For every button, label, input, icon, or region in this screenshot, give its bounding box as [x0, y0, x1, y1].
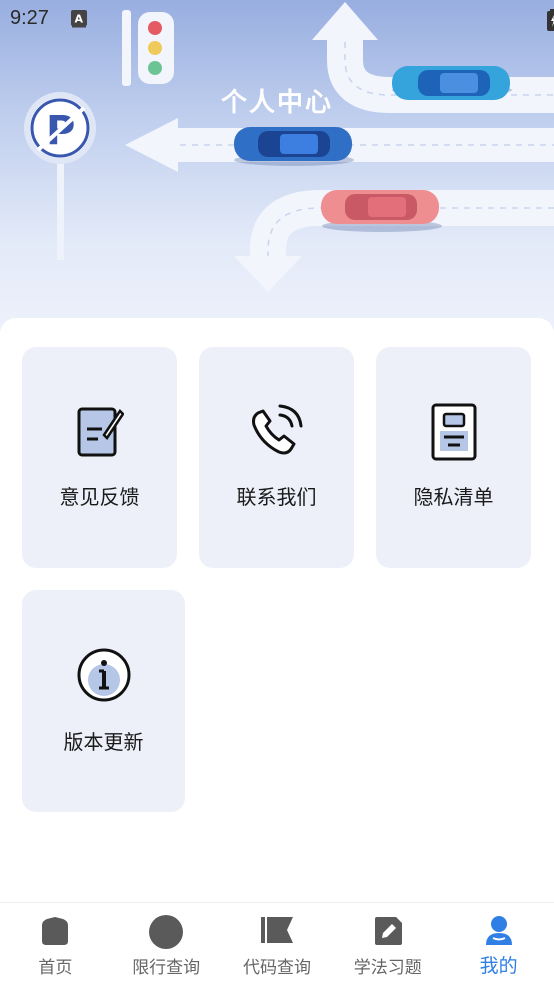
phone-call-icon — [251, 404, 302, 455]
header-banner: P 9:27 A — [0, 0, 554, 340]
tab-label: 限行查询 — [132, 958, 201, 978]
tab-label: 学法习题 — [353, 958, 422, 978]
feedback-edit-icon — [77, 407, 124, 457]
menu-item-privacy[interactable]: 隐私清单 — [376, 347, 531, 568]
home-icon — [42, 917, 69, 945]
menu-item-contact[interactable]: 联系我们 — [199, 347, 354, 568]
flag-icon — [260, 917, 293, 943]
page-title-text: 个人中心 — [220, 88, 333, 118]
info-icon — [77, 648, 130, 702]
tab-label: 首页 — [38, 958, 73, 978]
tab-label: 代码查询 — [242, 958, 311, 978]
menu-item-label: 联系我们 — [236, 485, 317, 509]
status-bar: 9:27 A — [0, 0, 554, 40]
menu-item-version-update[interactable]: 版本更新 — [22, 590, 185, 812]
tab-code-query[interactable]: 代码查询 — [222, 903, 333, 984]
status-time: 9:27 — [10, 7, 49, 29]
tab-restriction-query[interactable]: 限行查询 — [111, 903, 222, 984]
bottom-tab-bar: 首页 限行查询 代码查询 学法习题 我的 — [0, 902, 554, 984]
page-title: 个人中心 — [0, 82, 554, 119]
menu-item-label: 版本更新 — [63, 730, 144, 754]
privacy-document-icon — [431, 403, 476, 461]
tab-home[interactable]: 首页 — [0, 903, 111, 984]
exercise-pen-icon — [374, 917, 402, 945]
menu-item-label: 隐私清单 — [413, 485, 494, 509]
tab-exercises[interactable]: 学法习题 — [332, 903, 443, 984]
restriction-circle-icon — [149, 915, 184, 949]
menu-item-label: 意见反馈 — [59, 485, 140, 509]
road-illustration: P — [24, 2, 554, 292]
menu-panel: 意见反馈 联系我们 隐私清单 版本更新 — [0, 318, 554, 902]
menu-item-feedback[interactable]: 意见反馈 — [22, 347, 177, 568]
tab-mine[interactable]: 我的 — [443, 903, 554, 984]
tab-label: 我的 — [479, 955, 518, 977]
battery-icon — [547, 9, 554, 31]
user-icon — [485, 916, 512, 945]
keyboard-a-icon: A — [71, 10, 87, 26]
svg-text:A: A — [75, 13, 84, 26]
